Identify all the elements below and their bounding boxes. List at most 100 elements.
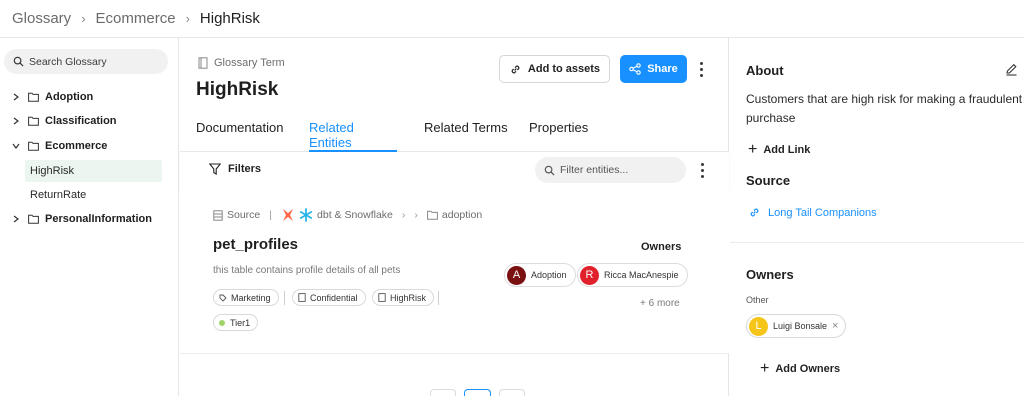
tree-item-label: Classification [45,115,117,127]
add-link-label: Add Link [763,144,811,156]
search-glossary-input[interactable]: Search Glossary [4,49,168,74]
folder-icon [28,92,39,102]
owner-name: Luigi Bonsale [773,321,828,331]
owner-chip-adoption[interactable]: A Adoption [504,263,576,287]
chevron-right-icon: › [401,209,406,221]
folder-icon [28,214,39,224]
avatar: L [749,316,768,336]
chevron-right-icon[interactable] [10,215,22,223]
glossary-sidebar: Search Glossary Adoption Classification … [0,38,179,396]
filter-icon [209,163,221,175]
entity-source-row: Source | dbt & Snowflake › › adoption [213,208,482,222]
book-icon [198,57,208,69]
term-type-label: Glossary Term [214,57,285,69]
owner-name: Adoption [531,270,567,280]
source-title: Source [746,173,791,188]
tree-child-label: ReturnRate [30,189,87,201]
add-link-button[interactable]: + Add Link [748,142,811,158]
main-panel: Glossary Term HighRisk Add to assets Sha… [180,38,729,396]
tree-item-label: Ecommerce [45,140,108,152]
tree-child-label: HighRisk [30,165,75,177]
divider [730,242,1024,243]
avatar: R [580,265,599,285]
tab-documentation[interactable]: Documentation [196,120,283,152]
tree-item-personalinformation[interactable]: PersonalInformation [0,208,179,230]
tag-highrisk[interactable]: HighRisk [372,289,435,306]
remove-owner-icon[interactable]: × [832,320,838,332]
entity-name[interactable]: pet_profiles [213,236,298,253]
pagination-next[interactable] [499,389,525,396]
page-title: HighRisk [196,79,279,100]
tag-confidential[interactable]: Confidential [292,289,366,306]
pagination-current[interactable] [464,389,491,396]
chevron-down-icon[interactable] [10,142,22,150]
tab-related-terms[interactable]: Related Terms [424,120,508,152]
tier-badge[interactable]: Tier1 [213,314,259,331]
chevron-right-icon: › [414,209,418,221]
add-to-assets-label: Add to assets [527,63,601,75]
share-label: Share [647,63,678,75]
about-description: Customers that are high risk for making … [746,92,1023,125]
owners-title: Owners [746,267,794,282]
filter-options-icon[interactable] [696,160,708,180]
owner-name: Ricca MacAnespie [604,270,679,280]
book-icon [298,293,306,302]
about-panel: About Customers that are high risk for m… [730,38,1024,396]
add-owners-label: Add Owners [775,363,841,375]
divider [284,291,285,305]
chevron-right-icon[interactable] [10,93,22,101]
term-type: Glossary Term [198,57,285,69]
tag-icon [219,294,227,302]
entity-description: this table contains profile details of a… [213,265,401,276]
edit-icon[interactable] [1005,63,1018,76]
entity-card[interactable]: Source | dbt & Snowflake › › adoption pe… [180,188,729,354]
more-owners-link[interactable]: + 6 more [640,298,680,309]
breadcrumb-ecommerce[interactable]: Ecommerce [96,10,176,27]
tree-item-adoption[interactable]: Adoption [0,86,179,108]
filter-entities-input[interactable]: Filter entities... [535,157,686,183]
folder-icon [28,116,39,126]
filters-button[interactable]: Filters [209,163,261,175]
source-label: Source [227,209,261,221]
more-options-icon[interactable] [694,58,708,80]
chevron-right-icon: › [185,11,190,26]
tree-item-ecommerce[interactable]: Ecommerce [0,135,179,157]
breadcrumb-current: HighRisk [199,10,260,27]
table-icon [213,209,223,221]
pagination-prev[interactable] [430,389,456,396]
tree-child-highrisk[interactable]: HighRisk [25,160,162,182]
source-link[interactable]: Long Tail Companions [748,206,877,219]
tree-child-returnrate[interactable]: ReturnRate [25,184,162,206]
divider: | [269,209,273,221]
entity-owners-label: Owners [641,241,682,253]
add-owners-button[interactable]: + Add Owners [760,360,841,377]
breadcrumb-glossary[interactable]: Glossary [12,10,71,27]
tag-label: Confidential [310,292,358,303]
search-icon [13,56,24,67]
tab-related-entities[interactable]: Related Entities [309,120,397,152]
divider [438,291,439,305]
link-icon [511,65,520,73]
owners-group-label: Other [746,295,769,305]
tag-label: HighRisk [390,292,427,303]
tab-properties[interactable]: Properties [529,120,588,152]
owner-chip-ricca[interactable]: R Ricca MacAnespie [577,263,688,287]
chevron-right-icon: › [81,11,86,26]
snowflake-logo-icon [299,208,313,222]
chevron-right-icon[interactable] [10,117,22,125]
term-tabs: Documentation Related Entities Related T… [180,112,729,152]
share-icon [629,63,641,75]
share-button[interactable]: Share [620,55,687,83]
tree-item-classification[interactable]: Classification [0,110,179,132]
plus-icon: + [760,360,770,377]
book-icon [378,293,386,302]
filters-label: Filters [228,163,262,175]
add-to-assets-button[interactable]: Add to assets [499,55,610,83]
owner-chip-luigi[interactable]: L Luigi Bonsale × [746,314,847,338]
entity-path: adoption [441,209,483,221]
filter-bar: Filters Filter entities... [180,152,729,188]
tier-label: Tier1 [230,317,251,328]
tag-marketing[interactable]: Marketing [213,289,279,306]
folder-open-icon [427,210,438,220]
breadcrumb: Glossary › Ecommerce › HighRisk [0,0,1024,38]
